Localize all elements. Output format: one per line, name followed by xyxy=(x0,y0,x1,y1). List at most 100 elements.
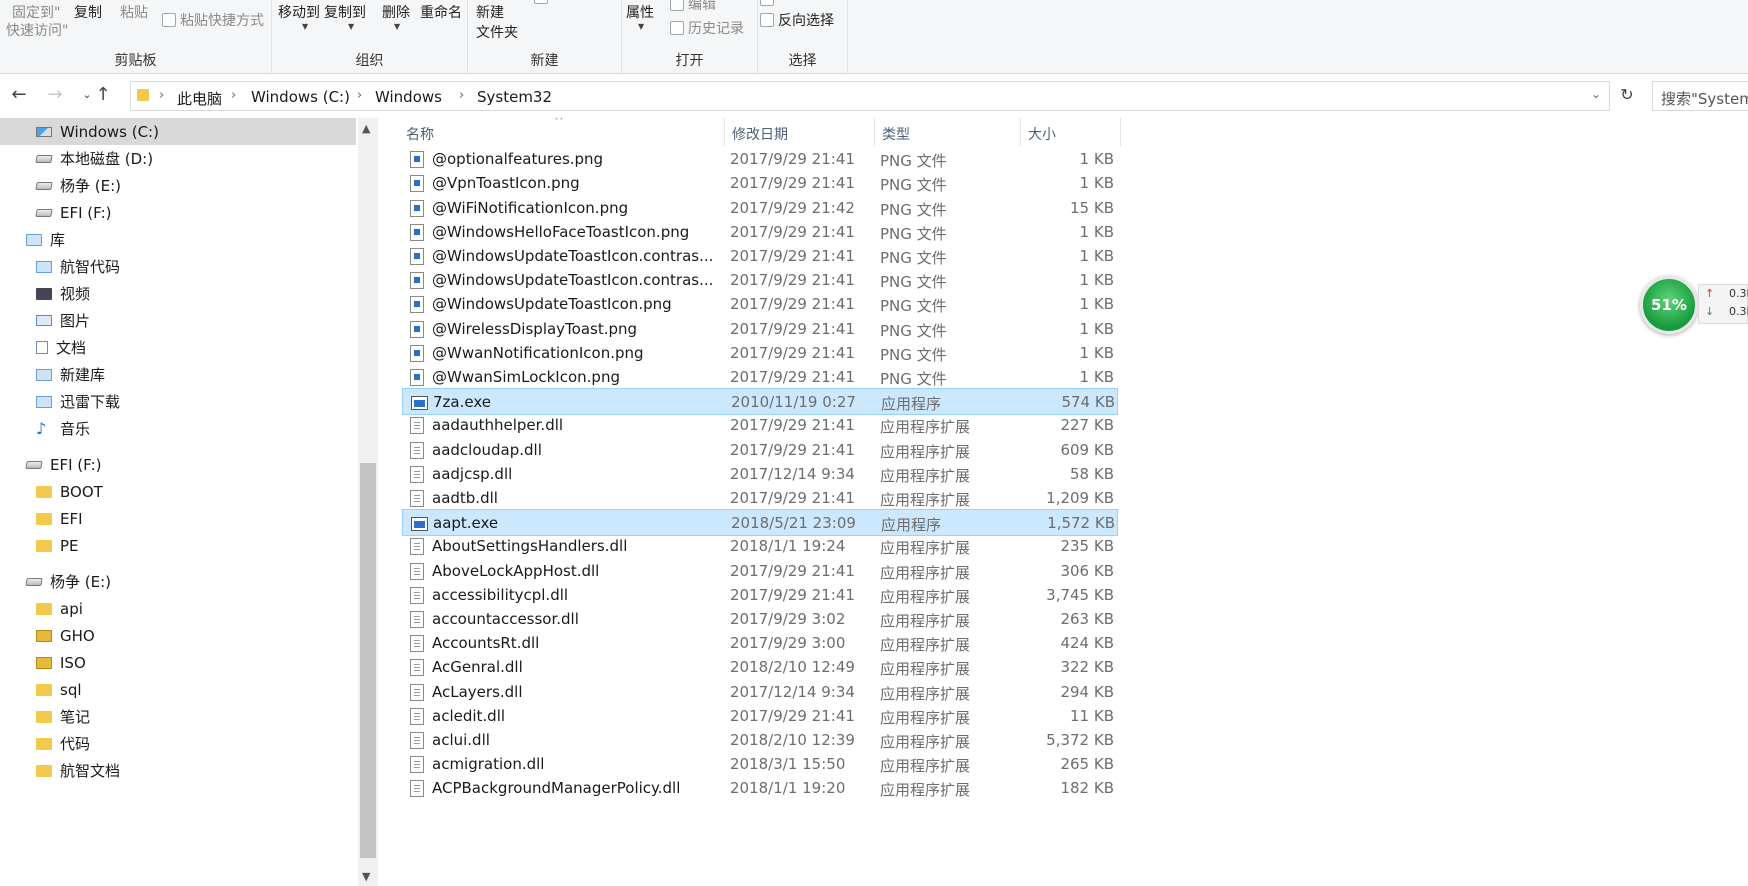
file-row[interactable]: aadjcsp.dll 2017/12/14 9:34 应用程序扩展 58 KB xyxy=(402,461,1118,488)
nav-item[interactable]: 航智文档 xyxy=(36,757,320,784)
paste-button[interactable]: 粘贴 xyxy=(120,2,148,22)
nav-item[interactable]: 本地磁盘 (D:) xyxy=(35,145,320,172)
nav-item[interactable]: Windows (C:) xyxy=(0,118,356,145)
nav-item[interactable]: 航智代码 xyxy=(36,253,320,280)
column-divider[interactable] xyxy=(874,118,875,146)
address-history-chevron-down-icon[interactable]: ⌄ xyxy=(1591,87,1601,101)
scroll-up-chevron-icon[interactable]: ▲ xyxy=(362,122,370,135)
file-row[interactable]: AccountsRt.dll 2017/9/29 3:00 应用程序扩展 424 KB xyxy=(402,630,1118,657)
up-arrow-icon[interactable]: ↑ xyxy=(92,84,114,106)
file-type: 应用程序扩展 xyxy=(880,733,971,751)
refresh-icon[interactable]: ↻ xyxy=(1616,84,1638,106)
network-speed-widget[interactable]: 51% ↑ 0.3K ↓ 0.3K xyxy=(1640,274,1748,334)
breadcrumb-system32[interactable]: System32 xyxy=(477,88,552,106)
file-row[interactable]: @WwanSimLockIcon.png 2017/9/29 21:41 PNG 文… xyxy=(402,364,1118,391)
breadcrumb-this-pc[interactable]: 此电脑 xyxy=(177,88,222,109)
rename-button[interactable]: 重命名 xyxy=(420,2,462,22)
file-row[interactable]: aadcloudap.dll 2017/9/29 21:41 应用程序扩展 609 K… xyxy=(402,437,1118,464)
nav-item[interactable]: api xyxy=(36,595,320,622)
column-date-header[interactable]: 修改日期 xyxy=(732,124,788,144)
file-size: 1 KB xyxy=(1079,343,1114,362)
search-input[interactable]: 搜索"System xyxy=(1652,81,1748,111)
file-row[interactable]: @WindowsUpdateToastIcon.contras... 2017/9… xyxy=(402,243,1118,270)
pin-quick-access-button[interactable]: 固定到" xyxy=(12,2,60,22)
nav-item[interactable]: 文档 xyxy=(36,334,320,361)
properties-button[interactable]: 属性 xyxy=(626,2,654,22)
paste-shortcut-button[interactable]: 粘贴快捷方式 xyxy=(162,10,264,30)
file-date: 2017/9/29 21:41 xyxy=(730,319,855,338)
nav-item[interactable]: 迅雷下载 xyxy=(36,388,320,415)
file-row[interactable]: aadtb.dll 2017/9/29 21:41 应用程序扩展 1,209 KB xyxy=(402,485,1118,512)
file-row[interactable]: @WindowsHelloFaceToastIcon.png 2017/9/29 … xyxy=(402,219,1118,246)
nav-item[interactable]: 视频 xyxy=(36,280,320,307)
nav-item[interactable]: PE xyxy=(36,532,320,559)
nav-item[interactable]: ♪ 音乐 xyxy=(36,415,320,442)
nav-scrollbar[interactable]: ▲ ▼ xyxy=(358,118,378,886)
file-type: PNG 文件 xyxy=(880,176,947,195)
file-row[interactable]: @WindowsUpdateToastIcon.png 2017/9/29 21:… xyxy=(402,291,1118,318)
forward-arrow-icon[interactable]: → xyxy=(44,84,66,106)
column-divider[interactable] xyxy=(724,118,725,146)
file-row[interactable]: AcGenral.dll 2018/2/10 12:49 应用程序扩展 322 KB xyxy=(402,654,1118,681)
scroll-down-chevron-icon[interactable]: ▼ xyxy=(362,870,370,883)
file-row[interactable]: AcLayers.dll 2017/12/14 9:34 应用程序扩展 294 KB xyxy=(402,679,1118,706)
nav-item[interactable]: 笔记 xyxy=(36,703,320,730)
nav-scrollbar-thumb[interactable] xyxy=(360,463,376,858)
nav-item[interactable]: 杨争 (E:) xyxy=(25,568,320,595)
file-row[interactable]: @WirelessDisplayToast.png 2017/9/29 21:41… xyxy=(402,316,1118,343)
column-name-header[interactable]: 名称 xyxy=(406,124,434,144)
breadcrumb-windows-c[interactable]: Windows (C:) xyxy=(251,88,350,106)
file-row[interactable]: @WindowsUpdateToastIcon.contras... 2017/9… xyxy=(402,267,1118,294)
nav-item[interactable]: 代码 xyxy=(36,730,320,757)
delete-button[interactable]: 删除 xyxy=(382,2,410,22)
address-bar[interactable]: › 此电脑 › Windows (C:) › Windows › System3… xyxy=(130,81,1610,111)
copy-to-button[interactable]: 复制到 xyxy=(324,2,366,22)
file-row[interactable]: AboutSettingsHandlers.dll 2018/1/1 19:24 应… xyxy=(402,533,1118,560)
nav-item[interactable]: BOOT xyxy=(36,478,320,505)
file-row[interactable]: 7za.exe 2010/11/19 0:27 应用程序 574 KB xyxy=(402,388,1118,416)
exe-file-icon xyxy=(411,517,428,532)
nav-item-label: 航智文档 xyxy=(60,762,121,780)
breadcrumb-separator-icon[interactable]: › xyxy=(231,88,236,103)
breadcrumb-separator-icon[interactable]: › xyxy=(459,88,464,103)
nav-item[interactable]: EFI (F:) xyxy=(35,199,320,226)
column-divider[interactable] xyxy=(1020,118,1021,146)
nav-item[interactable]: 图片 xyxy=(36,307,320,334)
file-row[interactable]: aapt.exe 2018/5/21 23:09 应用程序 1,572 KB xyxy=(402,509,1118,537)
copy-button[interactable]: 复制 xyxy=(74,2,102,22)
nav-item[interactable]: EFI xyxy=(36,505,320,532)
file-row[interactable]: @WwanNotificationIcon.png 2017/9/29 21:41… xyxy=(402,340,1118,367)
file-type: PNG 文件 xyxy=(880,370,947,388)
file-size: 322 KB xyxy=(1060,658,1114,677)
address-row: ← → ⌄ ↑ › 此电脑 › Windows (C:) › Windows ›… xyxy=(0,80,1748,112)
file-row[interactable]: acledit.dll 2017/9/29 21:41 应用程序扩展 11 KB xyxy=(402,703,1118,730)
file-row[interactable]: accountaccessor.dll 2017/9/29 3:02 应用程序扩展 2… xyxy=(402,606,1118,633)
history-button[interactable]: 历史记录 xyxy=(670,18,744,38)
file-row[interactable]: acmigration.dll 2018/3/1 15:50 应用程序扩展 265 K… xyxy=(402,751,1118,778)
file-row[interactable]: @optionalfeatures.png 2017/9/29 21:41 PNG … xyxy=(402,146,1118,173)
nav-item[interactable]: GHO xyxy=(36,622,320,649)
file-row[interactable]: ACPBackgroundManagerPolicy.dll 2018/1/1 1… xyxy=(402,775,1118,802)
file-row[interactable]: aadauthhelper.dll 2017/9/29 21:41 应用程序扩展 22… xyxy=(402,412,1118,439)
column-type-header[interactable]: 类型 xyxy=(882,124,910,144)
nav-item[interactable]: sql xyxy=(36,676,320,703)
file-row[interactable]: AboveLockAppHost.dll 2017/9/29 21:41 应用程序扩… xyxy=(402,558,1118,585)
column-divider[interactable] xyxy=(1120,118,1121,146)
invert-selection-button[interactable]: 反向选择 xyxy=(760,10,834,30)
music-icon: ♪ xyxy=(36,419,47,438)
nav-item[interactable]: EFI (F:) xyxy=(25,451,320,478)
nav-item[interactable]: 杨争 (E:) xyxy=(35,172,320,199)
move-to-button[interactable]: 移动到 xyxy=(278,2,320,22)
edit-button[interactable]: 编辑 xyxy=(670,0,716,14)
nav-item[interactable]: 库 xyxy=(26,226,320,253)
nav-item[interactable]: 新建库 xyxy=(36,361,320,388)
column-size-header[interactable]: 大小 xyxy=(1028,124,1056,144)
file-row[interactable]: aclui.dll 2018/2/10 12:39 应用程序扩展 5,372 KB xyxy=(402,727,1118,754)
file-row[interactable]: @VpnToastIcon.png 2017/9/29 21:41 PNG 文件 1 … xyxy=(402,170,1118,197)
nav-item[interactable]: ISO xyxy=(36,649,320,676)
back-arrow-icon[interactable]: ← xyxy=(8,84,30,106)
file-row[interactable]: @WiFiNotificationIcon.png 2017/9/29 21:42… xyxy=(402,195,1118,222)
breadcrumb-windows[interactable]: Windows xyxy=(375,88,442,106)
file-row[interactable]: accessibilitycpl.dll 2017/9/29 21:41 应用程序扩… xyxy=(402,582,1118,609)
breadcrumb-separator-icon[interactable]: › xyxy=(357,88,362,103)
